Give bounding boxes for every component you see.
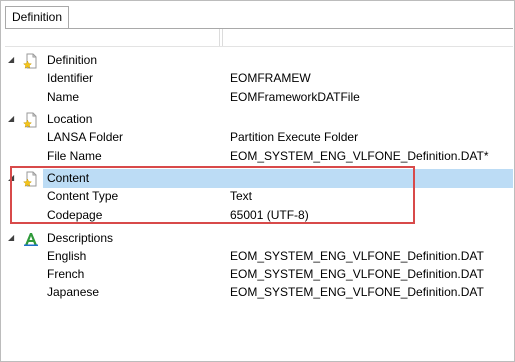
collapse-triangle-icon[interactable]: ◢ [8, 229, 18, 248]
group-label: Descriptions [47, 231, 114, 245]
document-star-icon [22, 53, 39, 69]
selection-highlight [43, 169, 513, 188]
property-window: Definition ◢ Definition Identifier EOMFR… [0, 0, 515, 362]
property-name: English [47, 249, 87, 263]
tab-definition[interactable]: Definition [5, 6, 70, 28]
property-name: Name [47, 90, 80, 104]
property-value[interactable]: Text [230, 187, 252, 206]
column-header [5, 29, 513, 47]
property-value[interactable]: EOM_SYSTEM_ENG_VLFONE_Definition.DAT [230, 265, 484, 284]
property-value[interactable]: 65001 (UTF-8) [230, 206, 309, 225]
property-value[interactable]: EOM_SYSTEM_ENG_VLFONE_Definition.DAT* [230, 147, 489, 166]
group-label: Location [47, 112, 93, 126]
column-separator[interactable] [219, 29, 220, 46]
group-row-location[interactable]: ◢ Location [5, 110, 513, 129]
property-name: LANSA Folder [47, 130, 124, 144]
group-label: Definition [47, 53, 98, 67]
property-value[interactable]: EOM_SYSTEM_ENG_VLFONE_Definition.DAT [230, 283, 484, 302]
property-name: Identifier [47, 71, 94, 85]
property-row[interactable]: French EOM_SYSTEM_ENG_VLFONE_Definition.… [5, 265, 513, 284]
property-value[interactable]: EOMFRAMEW [230, 69, 311, 88]
document-star-icon [22, 171, 39, 187]
document-star-icon [22, 112, 39, 128]
property-row[interactable]: LANSA Folder Partition Execute Folder [5, 128, 513, 147]
group-row-descriptions[interactable]: ◢ Descriptions [5, 229, 513, 248]
property-row[interactable]: Identifier EOMFRAMEW [5, 69, 513, 88]
column-separator[interactable] [222, 29, 223, 46]
property-name: Japanese [47, 285, 100, 299]
property-row[interactable]: Name EOMFrameworkDATFile [5, 88, 513, 107]
property-name: Content Type [47, 189, 119, 203]
group-row-content[interactable]: ◢ Content [5, 169, 513, 188]
property-value[interactable]: EOM_SYSTEM_ENG_VLFONE_Definition.DAT [230, 247, 484, 266]
property-name: Codepage [47, 208, 103, 222]
collapse-triangle-icon[interactable]: ◢ [8, 51, 18, 70]
property-row[interactable]: English EOM_SYSTEM_ENG_VLFONE_Definition… [5, 247, 513, 266]
property-row[interactable]: Codepage 65001 (UTF-8) [5, 206, 513, 225]
property-name: File Name [47, 149, 102, 163]
group-label: Content [47, 171, 90, 185]
group-row-definition[interactable]: ◢ Definition [5, 51, 513, 70]
property-value[interactable]: Partition Execute Folder [230, 128, 358, 147]
tab-strip: Definition [1, 1, 514, 28]
property-row[interactable]: Content Type Text [5, 187, 513, 206]
language-a-icon [23, 231, 39, 247]
property-row[interactable]: Japanese EOM_SYSTEM_ENG_VLFONE_Definitio… [5, 283, 513, 302]
collapse-triangle-icon[interactable]: ◢ [8, 110, 18, 129]
collapse-triangle-icon[interactable]: ◢ [8, 169, 18, 188]
property-value[interactable]: EOMFrameworkDATFile [230, 88, 360, 107]
property-grid: ◢ Definition Identifier EOMFRAMEW Name E… [5, 28, 513, 361]
property-name: French [47, 267, 85, 281]
property-row[interactable]: File Name EOM_SYSTEM_ENG_VLFONE_Definiti… [5, 147, 513, 166]
